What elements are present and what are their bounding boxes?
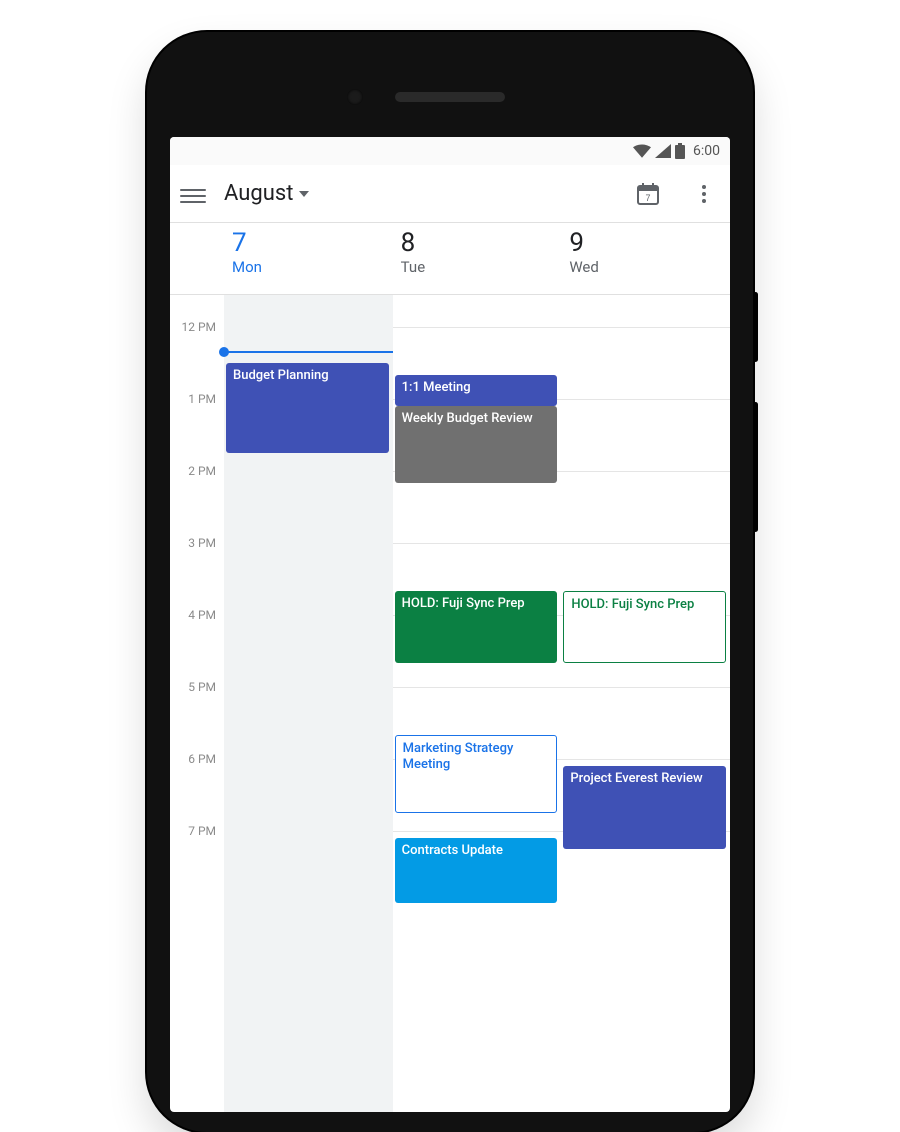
calendar-event[interactable]: HOLD: Fuji Sync Prep bbox=[563, 591, 726, 663]
menu-icon[interactable] bbox=[180, 185, 206, 203]
day-column[interactable]: Budget Planning bbox=[224, 295, 393, 1112]
phone-screen: 6:00 August 7 bbox=[170, 137, 730, 1112]
time-gutter: 12 PM 1 PM 2 PM 3 PM 4 PM 5 PM 6 PM 7 PM bbox=[170, 295, 224, 1112]
phone-frame: 6:00 August 7 bbox=[147, 32, 753, 1132]
day-header[interactable]: 8Tue bbox=[393, 223, 562, 294]
now-indicator-dot bbox=[219, 347, 229, 357]
day-number: 7 bbox=[232, 229, 393, 258]
overflow-menu-icon[interactable] bbox=[692, 185, 716, 203]
hour-label: 3 PM bbox=[170, 536, 222, 550]
chevron-down-icon bbox=[299, 191, 309, 197]
status-time: 6:00 bbox=[693, 143, 720, 159]
month-label: August bbox=[224, 181, 293, 206]
day-header-row: 7Mon8Tue9Wed bbox=[170, 223, 730, 295]
cell-signal-icon bbox=[655, 144, 671, 158]
calendar-grid[interactable]: 12 PM 1 PM 2 PM 3 PM 4 PM 5 PM 6 PM 7 PM Budget… bbox=[170, 295, 730, 1112]
wifi-icon bbox=[633, 144, 651, 158]
day-number: 9 bbox=[569, 229, 730, 258]
day-header[interactable]: 7Mon bbox=[224, 223, 393, 294]
calendar-event[interactable]: Budget Planning bbox=[226, 363, 389, 453]
calendar-event[interactable]: Project Everest Review bbox=[563, 766, 726, 849]
calendar-event[interactable]: HOLD: Fuji Sync Prep bbox=[395, 591, 558, 663]
calendar-event[interactable]: Weekly Budget Review bbox=[395, 406, 558, 483]
day-header[interactable]: 9Wed bbox=[561, 223, 730, 294]
hour-label: 1 PM bbox=[170, 392, 222, 406]
now-indicator bbox=[224, 351, 393, 353]
day-of-week: Tue bbox=[401, 258, 562, 276]
status-bar: 6:00 bbox=[170, 137, 730, 165]
day-of-week: Wed bbox=[569, 258, 730, 276]
day-column[interactable]: 1:1 MeetingWeekly Budget Review HOLD: Fuj… bbox=[393, 295, 562, 1112]
hour-label: 7 PM bbox=[170, 824, 222, 838]
calendar-event[interactable]: Marketing Strategy Meeting bbox=[395, 735, 558, 813]
hour-label: 2 PM bbox=[170, 464, 222, 478]
hour-label: 5 PM bbox=[170, 680, 222, 694]
hour-label: 12 PM bbox=[170, 320, 222, 334]
month-picker[interactable]: August bbox=[224, 181, 309, 206]
hour-label: 6 PM bbox=[170, 752, 222, 766]
calendar-event[interactable]: 1:1 Meeting bbox=[395, 375, 558, 406]
day-number: 8 bbox=[401, 229, 562, 258]
hour-label: 4 PM bbox=[170, 608, 222, 622]
today-button[interactable]: 7 bbox=[634, 180, 662, 208]
phone-side-button bbox=[753, 402, 758, 532]
today-icon-day: 7 bbox=[645, 193, 650, 203]
day-of-week: Mon bbox=[232, 258, 393, 276]
battery-icon bbox=[675, 143, 685, 159]
calendar-event[interactable]: Contracts Update bbox=[395, 838, 558, 903]
app-bar: August 7 bbox=[170, 165, 730, 223]
phone-side-button bbox=[753, 292, 758, 362]
day-columns: Budget Planning1:1 MeetingWeekly Budget … bbox=[224, 295, 730, 1112]
day-column[interactable]: HOLD: Fuji Sync Prep Project Everest Revi… bbox=[561, 295, 730, 1112]
